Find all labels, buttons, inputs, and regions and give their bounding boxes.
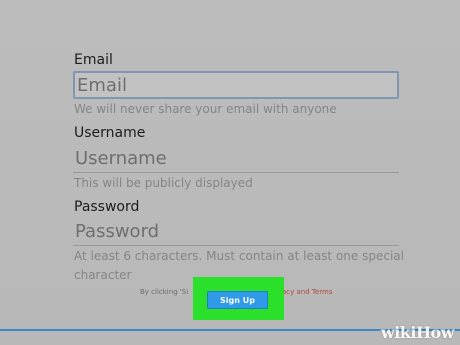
- email-label: Email: [74, 52, 113, 68]
- username-hint: This will be publicly displayed: [74, 176, 253, 190]
- username-label: Username: [74, 125, 146, 141]
- email-field[interactable]: [73, 71, 399, 99]
- username-field[interactable]: [73, 145, 399, 173]
- terms-notice: By clicking 'Si: [140, 288, 189, 296]
- sign-up-button[interactable]: Sign Up: [207, 291, 268, 309]
- email-hint: We will never share your email with anyo…: [74, 102, 337, 116]
- watermark-logo: wikiHow: [380, 323, 455, 342]
- password-field[interactable]: [73, 218, 399, 246]
- password-label: Password: [74, 199, 140, 215]
- signup-page: Email We will never share your email wit…: [0, 0, 460, 345]
- privacy-terms-link[interactable]: acy and Terms: [282, 288, 333, 296]
